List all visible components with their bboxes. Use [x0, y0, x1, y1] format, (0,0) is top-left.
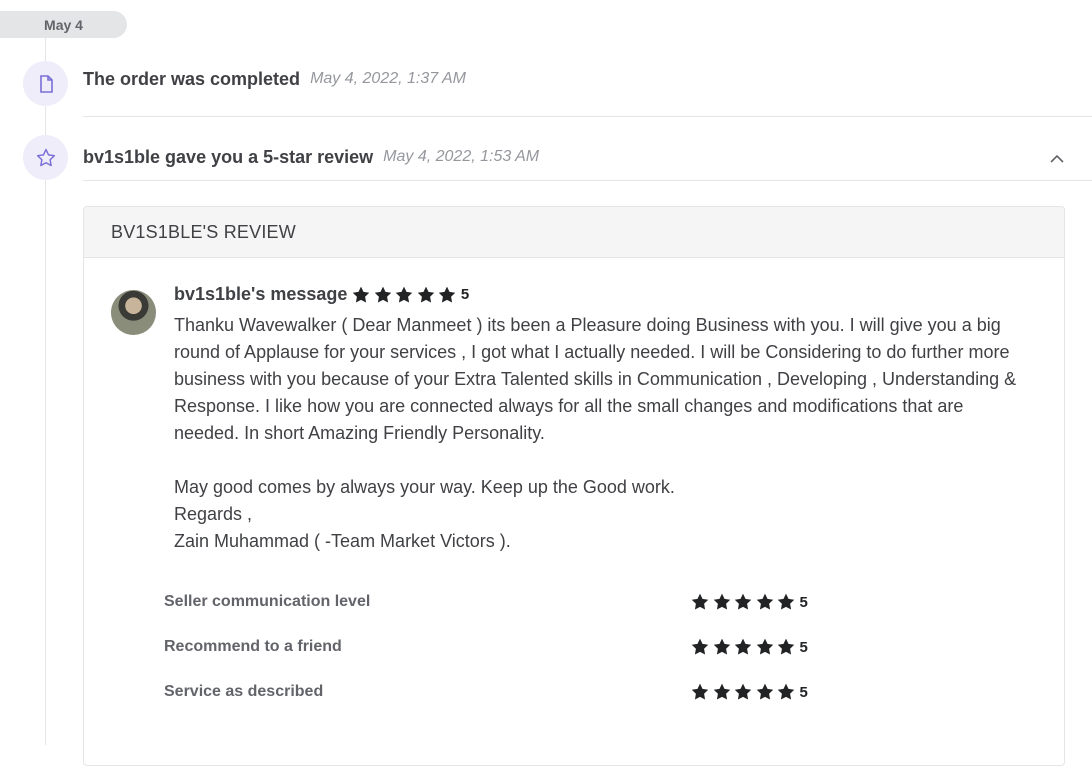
subrating-label: Seller communication level: [164, 593, 371, 610]
star-icon: [396, 286, 413, 302]
document-icon: [23, 61, 68, 106]
star-icon: [691, 683, 709, 700]
event-title: The order was completed: [83, 68, 301, 89]
subrating-row: Seller communication level 5: [164, 590, 864, 614]
star-icon: [777, 593, 795, 610]
star-icon: [691, 593, 709, 610]
star-rating: 5: [690, 637, 808, 657]
rating-value: 5: [799, 683, 808, 701]
review-card: BV1S1BLE'S REVIEW bv1s1ble's message 5 T…: [83, 206, 1065, 766]
star-icon: [734, 683, 752, 700]
subrating-label: Recommend to a friend: [164, 638, 342, 655]
star-icon: [374, 286, 392, 302]
divider: [83, 116, 1092, 117]
star-icon: [756, 683, 773, 700]
star-icon: [713, 593, 730, 610]
star-outline-icon: [23, 135, 68, 180]
rating-value: 5: [460, 286, 470, 303]
event-title: bv1s1ble gave you a 5-star review: [83, 146, 374, 167]
subrating-label: Service as described: [164, 683, 324, 700]
star-icon: [713, 683, 730, 700]
star-icon: [777, 683, 795, 700]
subrating-row: Service as described 5: [164, 680, 864, 704]
event-time: May 4, 2022, 1:53 AM: [383, 148, 540, 165]
star-icon: [756, 593, 773, 610]
event-review-given: bv1s1ble gave you a 5-star review May 4,…: [83, 137, 1092, 177]
star-icon: [777, 638, 795, 655]
star-icon: [713, 638, 730, 655]
message-author: bv1s1ble's message: [174, 284, 348, 304]
avatar: [111, 290, 156, 335]
star-icon: [734, 638, 752, 655]
rating-value: 5: [799, 593, 808, 611]
event-order-completed: The order was completed May 4, 2022, 1:3…: [83, 59, 1092, 99]
star-rating: 5: [351, 285, 469, 305]
star-icon: [353, 286, 370, 302]
message-header: bv1s1ble's message 5: [174, 284, 469, 305]
star-rating: 5: [690, 682, 808, 702]
review-header: BV1S1BLE'S REVIEW: [84, 207, 1064, 258]
star-icon: [439, 286, 456, 302]
collapse-chevron-icon[interactable]: [1048, 150, 1066, 168]
event-time: May 4, 2022, 1:37 AM: [310, 70, 466, 87]
star-icon: [734, 593, 752, 610]
star-rating: 5: [690, 592, 808, 612]
star-icon: [417, 286, 435, 302]
rating-value: 5: [799, 638, 808, 656]
date-pill: May 4: [0, 11, 127, 38]
subrating-row: Recommend to a friend 5: [164, 635, 864, 659]
star-icon: [691, 638, 709, 655]
review-message: Thanku Wavewalker ( Dear Manmeet ) its b…: [174, 315, 1017, 551]
divider: [83, 180, 1092, 181]
star-icon: [756, 638, 773, 655]
